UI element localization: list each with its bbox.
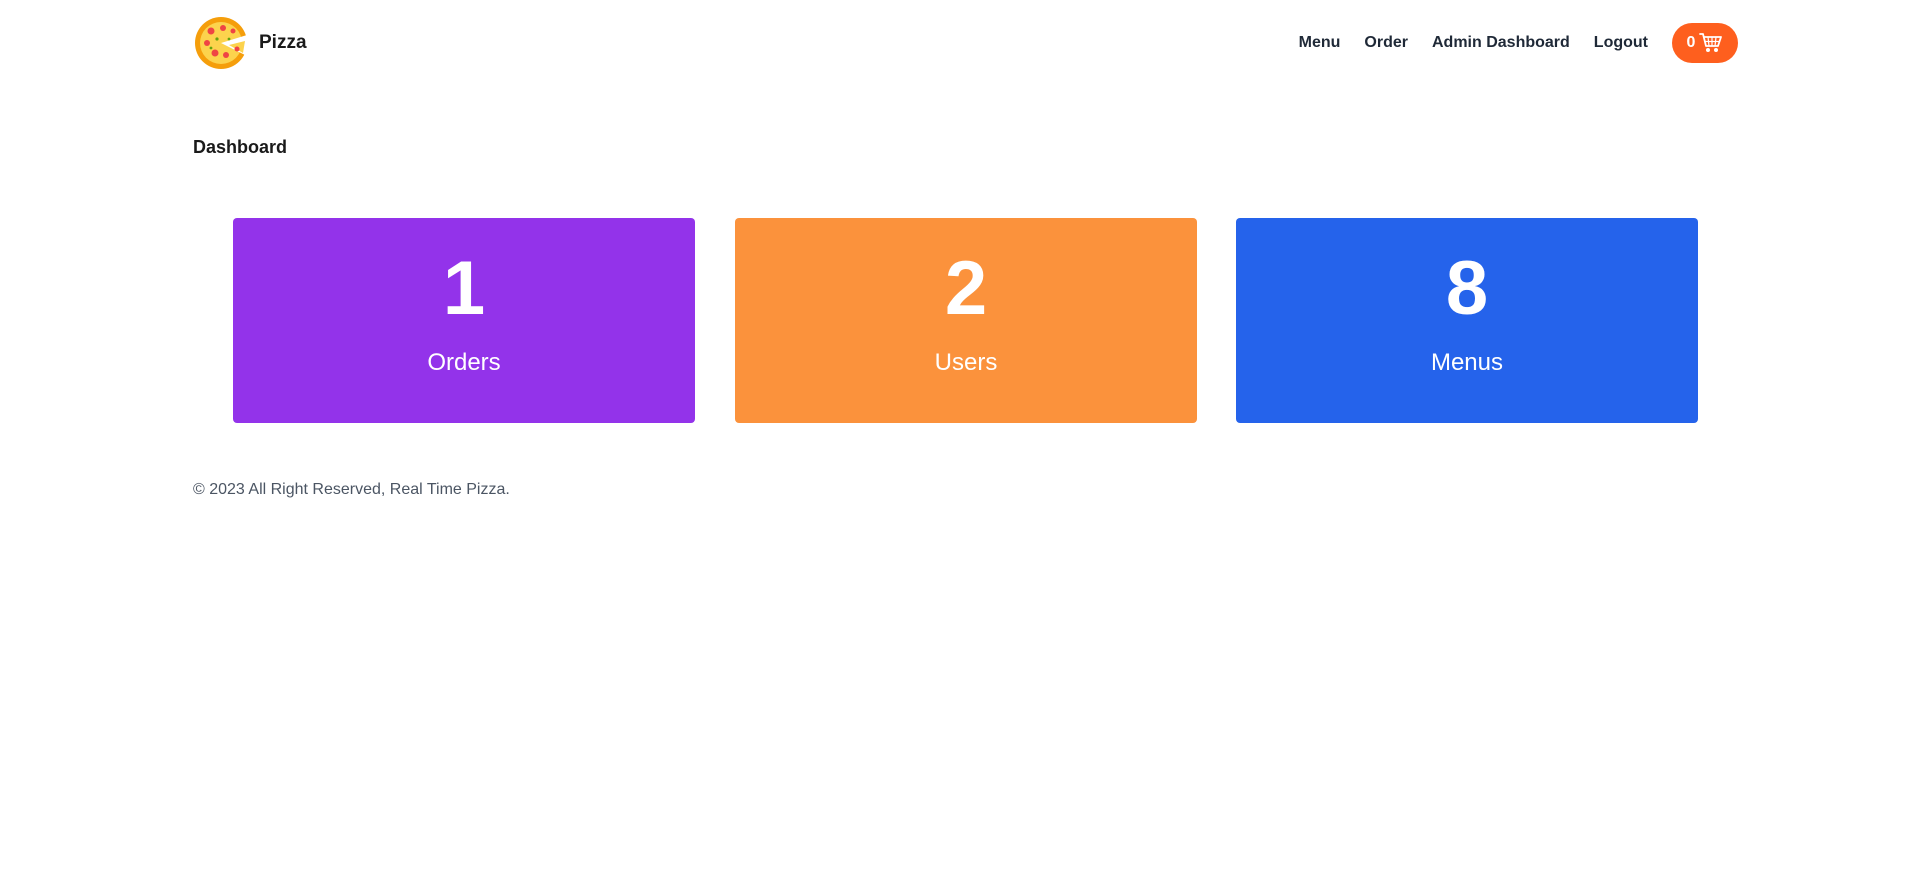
stat-label-users: Users xyxy=(934,348,998,376)
footer-copyright: © 2023 All Right Reserved, Real Time Piz… xyxy=(193,481,510,498)
nav-links: Menu Order Admin Dashboard Logout 0 xyxy=(1299,23,1738,63)
pizza-icon xyxy=(195,17,249,69)
nav-item-admin-dashboard[interactable]: Admin Dashboard xyxy=(1432,34,1570,52)
page-title: Dashboard xyxy=(193,137,288,157)
brand-name: Pizza xyxy=(259,32,307,53)
nav-item-logout[interactable]: Logout xyxy=(1594,34,1648,52)
brand-link[interactable]: Pizza xyxy=(193,15,307,71)
app-root: Pizza Menu Order Admin Dashboard Logout … xyxy=(0,0,1920,872)
cart-icon xyxy=(1699,33,1723,52)
stat-card-users[interactable]: 2 Users xyxy=(735,218,1197,423)
top-navbar: Pizza Menu Order Admin Dashboard Logout … xyxy=(193,14,1738,72)
nav-item-order[interactable]: Order xyxy=(1364,34,1408,52)
stat-label-orders: Orders xyxy=(427,348,501,376)
stat-value-orders: 1 xyxy=(442,245,486,331)
stat-label-menus: Menus xyxy=(1430,348,1504,376)
nav-item-menu[interactable]: Menu xyxy=(1299,34,1341,52)
stat-value-users: 2 xyxy=(944,245,988,331)
stat-card-orders[interactable]: 1 Orders xyxy=(233,218,695,423)
stat-value-menus: 8 xyxy=(1445,245,1489,331)
cart-button[interactable]: 0 xyxy=(1672,23,1738,63)
stat-card-menus[interactable]: 8 Menus xyxy=(1236,218,1698,423)
cart-count: 0 xyxy=(1686,34,1696,51)
stats-grid: 1 Orders 2 Users 8 Menus xyxy=(233,218,1698,423)
